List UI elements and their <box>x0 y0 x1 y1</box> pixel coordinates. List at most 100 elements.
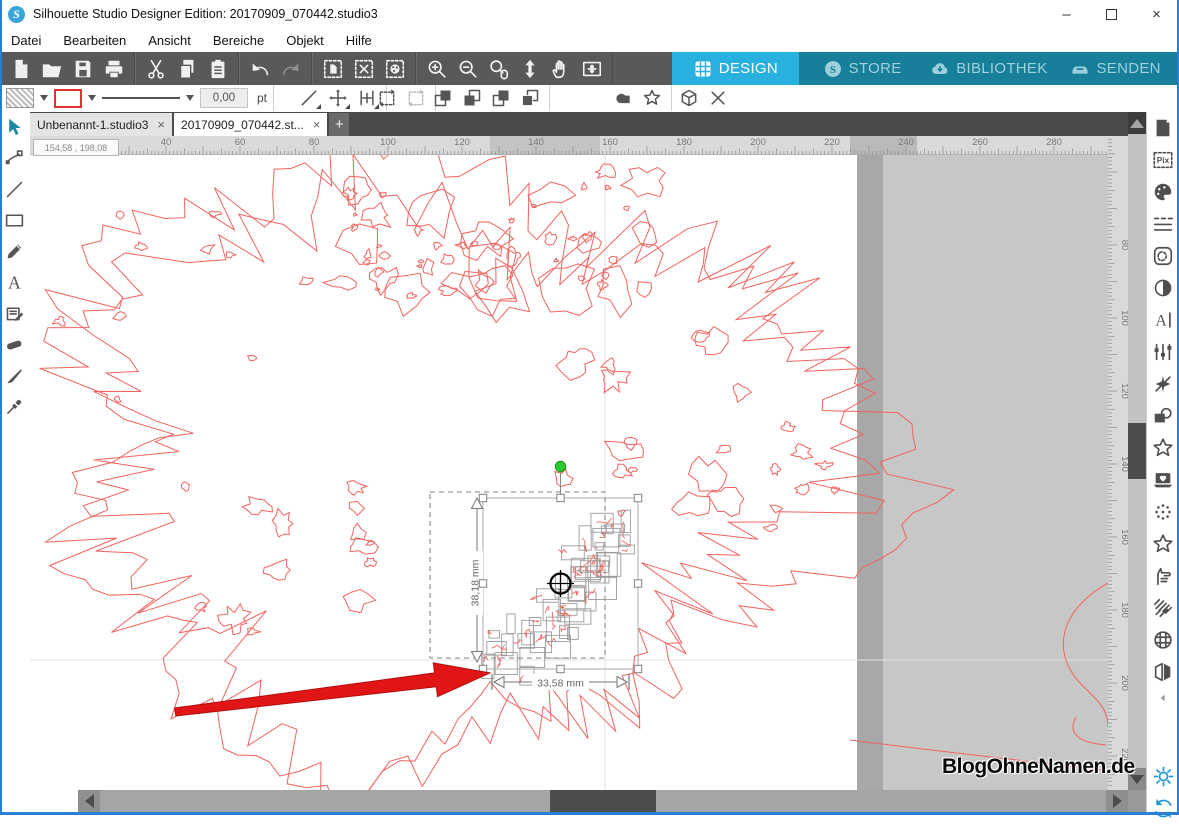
arrange-up-button[interactable] <box>488 86 514 110</box>
collapse-panel-button[interactable] <box>1147 688 1179 708</box>
panel-mesh-panel[interactable] <box>1147 624 1179 656</box>
print-button[interactable] <box>98 53 129 84</box>
fill-pattern-swatch[interactable] <box>6 88 34 108</box>
selection-handle[interactable] <box>634 580 641 587</box>
panel-flip-panel[interactable] <box>1147 656 1179 688</box>
horizontal-scroll-thumb[interactable] <box>550 790 656 812</box>
panel-trace-panel[interactable] <box>1147 368 1179 400</box>
star-button[interactable] <box>639 86 665 110</box>
arrange-down-button[interactable] <box>517 86 543 110</box>
panel-modify-panel[interactable] <box>1147 400 1179 432</box>
tool-eraser[interactable] <box>0 329 29 360</box>
vertical-scrollbar[interactable] <box>1128 112 1146 790</box>
menu-item-ansicht[interactable]: Ansicht <box>137 33 202 48</box>
panel-offset-panel[interactable] <box>1147 432 1179 464</box>
menu-item-datei[interactable]: Datei <box>0 33 52 48</box>
panel-page-setup[interactable] <box>1147 112 1179 144</box>
minimize-button[interactable]: – <box>1044 0 1089 28</box>
tab-close-icon[interactable]: × <box>157 117 165 132</box>
close-button[interactable]: × <box>1134 0 1179 28</box>
scroll-left-button[interactable] <box>78 790 100 812</box>
line-width-input[interactable]: 0,00 <box>200 88 248 108</box>
panel-text-panel[interactable]: A <box>1147 304 1179 336</box>
nav-store[interactable]: SSTORE <box>799 52 926 85</box>
tool-draw-line[interactable] <box>0 174 29 205</box>
ungroup-x-button[interactable] <box>705 86 731 110</box>
tool-draw-rect[interactable] <box>0 205 29 236</box>
weld-button[interactable] <box>610 86 636 110</box>
line-style-swatch[interactable] <box>102 97 180 99</box>
panel-hand-panel[interactable] <box>1147 560 1179 592</box>
fit-page-button[interactable] <box>576 53 607 84</box>
scroll-right-button[interactable] <box>1106 790 1128 812</box>
zoom-cursor-button[interactable] <box>483 53 514 84</box>
sel-fill-button[interactable] <box>379 53 410 84</box>
document-tab-2[interactable]: 20170909_070442.st...× <box>174 113 327 136</box>
selection-handle[interactable] <box>479 494 486 501</box>
move-tool-button[interactable] <box>325 86 351 110</box>
redo-button[interactable] <box>275 53 306 84</box>
line-color-swatch[interactable] <box>54 89 82 108</box>
save-button[interactable] <box>67 53 98 84</box>
gear-button[interactable] <box>1148 760 1179 792</box>
horizontal-scrollbar[interactable] <box>30 790 1128 812</box>
panel-stipple-panel[interactable] <box>1147 496 1179 528</box>
rotate-frame-button[interactable] <box>374 86 400 110</box>
nav-design[interactable]: DESIGN <box>672 52 799 85</box>
nav-library[interactable]: BIBLIOTHEK <box>926 52 1053 85</box>
panel-fill-panel[interactable] <box>1147 176 1179 208</box>
arrange-back-button[interactable] <box>459 86 485 110</box>
menu-item-hilfe[interactable]: Hilfe <box>335 33 383 48</box>
new-tab-button[interactable]: + <box>329 113 349 136</box>
tab-close-icon[interactable]: × <box>313 117 321 132</box>
sel-paste-button[interactable] <box>317 53 348 84</box>
tool-eyedropper[interactable] <box>0 391 29 422</box>
panel-pixscan[interactable]: Pix <box>1147 144 1179 176</box>
sync-button[interactable] <box>1148 792 1179 824</box>
panel-hatch-panel[interactable] <box>1147 592 1179 624</box>
tool-notes[interactable] <box>0 298 29 329</box>
maximize-button[interactable] <box>1089 0 1134 28</box>
zoom-in-button[interactable] <box>421 53 452 84</box>
menu-item-objekt[interactable]: Objekt <box>275 33 335 48</box>
selection-handle[interactable] <box>479 580 486 587</box>
selection-handle[interactable] <box>634 665 641 672</box>
pan-arrow-button[interactable] <box>514 53 545 84</box>
selection-handle[interactable] <box>634 494 641 501</box>
selection-overlay[interactable]: 38,18 mm33,58 mm <box>430 461 642 690</box>
tool-text[interactable]: A <box>0 267 29 298</box>
selection-handle[interactable] <box>557 494 564 501</box>
rotation-handle[interactable] <box>555 461 565 471</box>
group-cube-button[interactable] <box>676 86 702 110</box>
sel-delete-button[interactable] <box>348 53 379 84</box>
vertical-scroll-thumb[interactable] <box>1128 423 1146 479</box>
cut-button[interactable] <box>140 53 171 84</box>
panel-emblem-panel[interactable] <box>1147 464 1179 496</box>
folder-open-button[interactable] <box>36 53 67 84</box>
copy-button[interactable] <box>171 53 202 84</box>
tool-knife[interactable] <box>0 360 29 391</box>
doc-new-button[interactable] <box>5 53 36 84</box>
menu-item-bearbeiten[interactable]: Bearbeiten <box>52 33 137 48</box>
paste-button[interactable] <box>202 53 233 84</box>
panel-line-panel[interactable] <box>1147 208 1179 240</box>
pan-hand-button[interactable] <box>545 53 576 84</box>
tool-node-edit[interactable] <box>0 143 29 174</box>
design-canvas[interactable]: 38,18 mm33,58 mm <box>30 155 1108 790</box>
panel-transform-panel[interactable] <box>1147 336 1179 368</box>
panel-sticker-panel[interactable] <box>1147 240 1179 272</box>
tool-select[interactable] <box>0 112 29 143</box>
line-tool-button[interactable] <box>296 86 322 110</box>
selection-handle[interactable] <box>557 665 564 672</box>
line-style-caret-icon[interactable] <box>186 95 194 101</box>
nav-send[interactable]: SENDEN <box>1052 52 1179 85</box>
scroll-up-button[interactable] <box>1128 112 1146 134</box>
fill-pattern-caret-icon[interactable] <box>40 95 48 101</box>
menu-item-bereiche[interactable]: Bereiche <box>202 33 275 48</box>
panel-shade-panel[interactable] <box>1147 272 1179 304</box>
tool-draw-freehand[interactable] <box>0 236 29 267</box>
selection-center-crosshair[interactable] <box>547 570 574 597</box>
undo-button[interactable] <box>244 53 275 84</box>
zoom-out-button[interactable] <box>452 53 483 84</box>
document-tab-1[interactable]: Unbenannt-1.studio3× <box>30 113 172 136</box>
